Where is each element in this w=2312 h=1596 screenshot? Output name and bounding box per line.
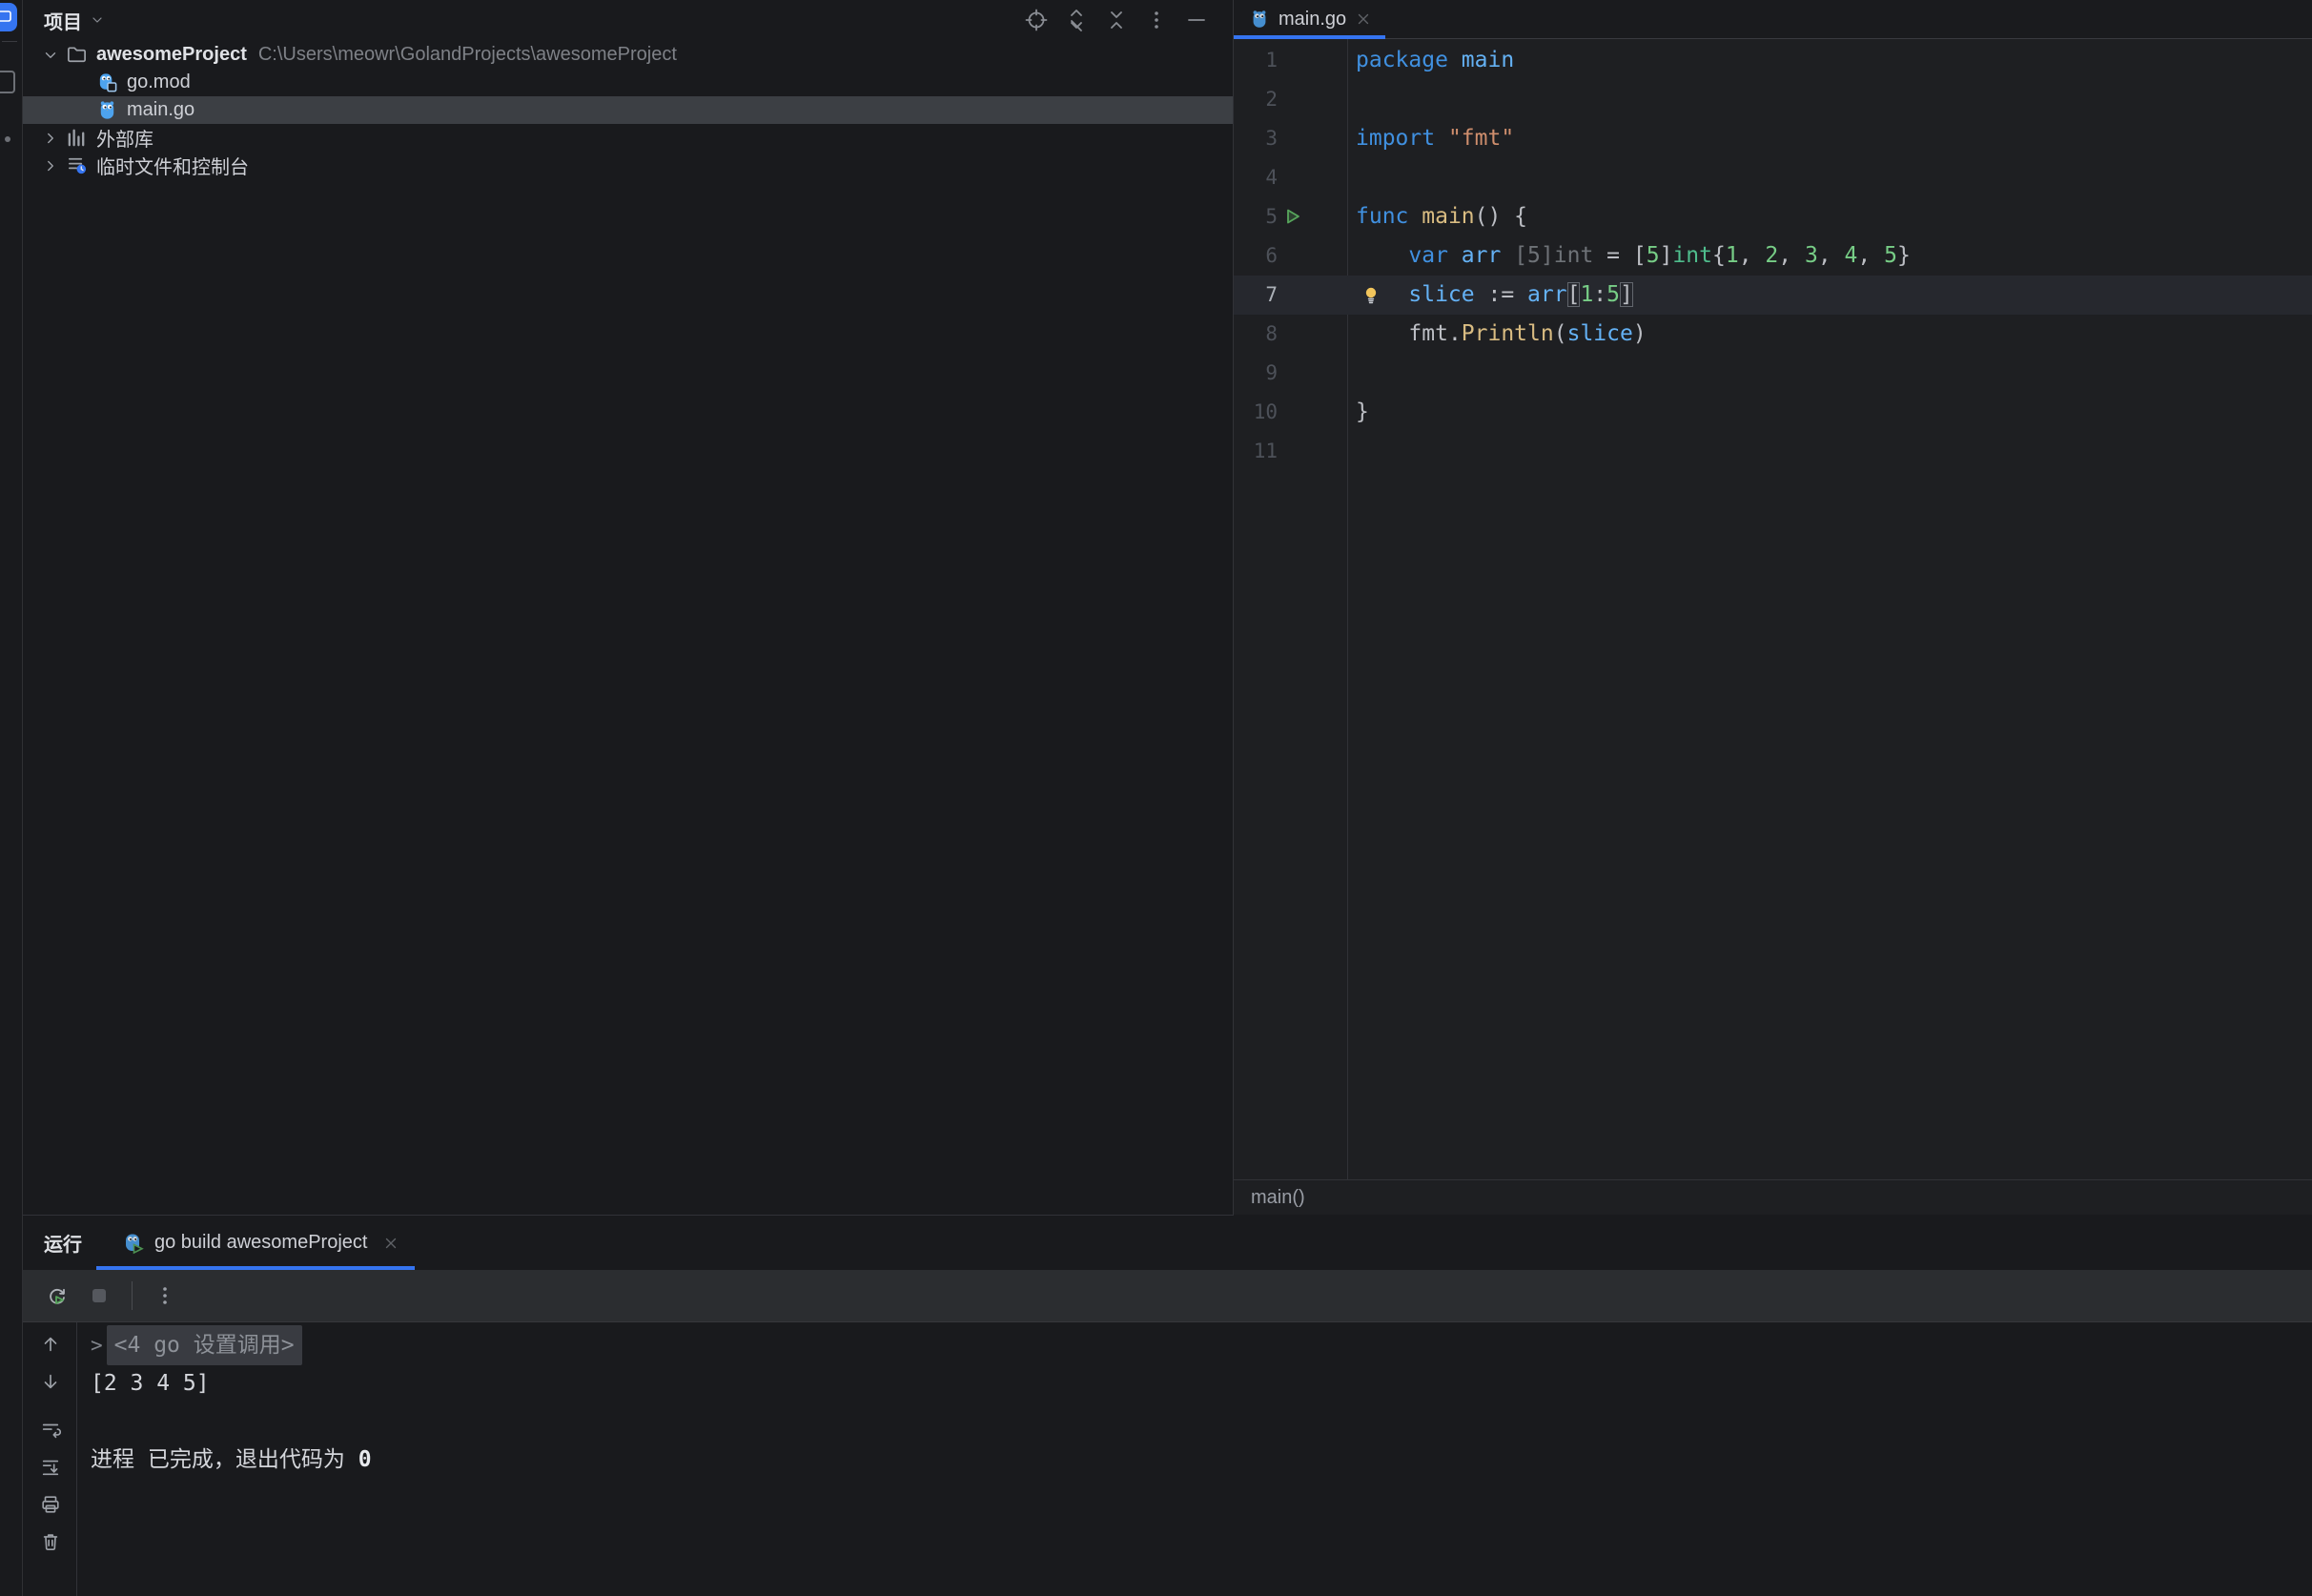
folder-icon [0,9,12,24]
library-icon [66,127,88,149]
console: ><4 go 设置调用>[2 3 4 5] 进程 已完成，退出代码为 0 [23,1322,2312,1596]
run-panel-title[interactable]: 运行 [44,1216,82,1270]
project-panel-title[interactable]: 项目 [44,7,105,34]
commit-tool-stripe-icon[interactable] [0,71,15,93]
project-panel: 项目 awesomeProject C:\Users\meowr\GolandPr… [23,0,1234,1216]
line-number-8[interactable]: 8 [1234,315,1278,354]
breadcrumb-item[interactable]: main() [1251,1187,1305,1209]
project-header-toolbar [1025,9,1233,31]
line-number-2[interactable]: 2 [1234,80,1278,119]
more-options-button[interactable] [153,1284,176,1307]
editor-body[interactable]: 1 package main 23 import "fmt" 45 func main()… [1234,39,2312,1179]
go-file-icon [1249,9,1270,30]
expand-all-icon[interactable] [1065,9,1088,31]
exit-code: 0 [358,1441,372,1479]
breadcrumb[interactable]: main() [1234,1179,2312,1215]
goland-window: 项目 awesomeProject C:\Users\meowr\GolandPr… [0,0,2312,1596]
project-path: C:\Users\meowr\GolandProjects\awesomePro… [258,44,677,66]
hide-panel-icon[interactable] [1185,9,1208,31]
soft-wrap-icon[interactable] [40,1420,61,1441]
scratch-icon [66,154,88,176]
tree-row-awesomeProject[interactable]: awesomeProject C:\Users\meowr\GolandProje… [23,41,1233,69]
console-line: 进程 已完成，退出代码为 0 [91,1441,372,1479]
scroll-to-end-icon[interactable] [40,1457,61,1478]
line-number-9[interactable]: 9 [1234,354,1278,393]
arrow-up-icon[interactable] [40,1334,61,1355]
arrow-down-icon[interactable] [40,1371,61,1392]
locate-opened-file-icon[interactable] [1025,9,1048,31]
run-gutter-icon[interactable] [1283,207,1302,226]
close-icon[interactable] [1355,10,1372,28]
code-line-1[interactable]: package main [1356,41,1514,80]
print-icon[interactable] [40,1494,61,1515]
tree-row-外部库[interactable]: 外部库 [23,124,1233,152]
run-tab-go-build[interactable]: go build awesomeProject [96,1216,415,1270]
tree-item-label: 外部库 [96,124,153,152]
toolbar-divider [132,1281,133,1310]
line-number-10[interactable]: 10 [1234,393,1278,432]
go-mod-icon [96,72,118,93]
run-toolbar [23,1270,2312,1322]
code-line-10[interactable]: } [1356,393,1369,432]
editor: main.go 1 package main 23 import "fmt" 45 fun… [1234,0,2312,1215]
project-tree: awesomeProject C:\Users\meowr\GolandProje… [23,41,1233,179]
stripe-dot-icon [5,136,10,142]
project-tool-stripe-icon[interactable] [0,3,17,31]
console-line[interactable]: ><4 go 设置调用> [91,1326,302,1364]
run-panel: 运行 go build awesomeProject ><4 go 设置调用>[… [23,1216,2312,1596]
chevron-right-icon[interactable] [42,157,59,174]
tree-item-label: go.mod [127,72,191,93]
tool-window-stripe [0,0,23,1596]
console-output[interactable]: ><4 go 设置调用>[2 3 4 5] 进程 已完成，退出代码为 0 [77,1322,2312,1596]
clear-all-icon[interactable] [40,1531,61,1552]
rerun-button[interactable] [46,1284,69,1307]
code-line-7[interactable]: slice := arr[1:5] [1356,276,1633,315]
line-number-3[interactable]: 3 [1234,119,1278,158]
editor-tab-main-go[interactable]: main.go [1234,0,1385,38]
tree-item-label: main.go [127,99,194,121]
editor-tab-bar: main.go [1234,0,2312,39]
gutter-divider [1347,39,1348,1179]
go-run-icon [122,1232,145,1255]
more-options-icon[interactable] [1145,9,1168,31]
project-panel-header: 项目 [23,0,1233,40]
line-number-1[interactable]: 1 [1234,41,1278,80]
chevron-down-icon[interactable] [42,47,59,64]
editor-tab-label: main.go [1279,9,1346,31]
tree-item-label: awesomeProject [96,44,247,66]
folder-icon [66,44,88,66]
stop-button [88,1284,111,1307]
run-panel-header: 运行 go build awesomeProject [23,1216,2312,1270]
console-toolbar [23,1322,77,1596]
chevron-down-icon [90,12,105,28]
project-title-text: 项目 [44,7,82,34]
line-number-6[interactable]: 6 [1234,236,1278,276]
code-line-8[interactable]: fmt.Println(slice) [1356,315,1647,354]
tree-item-label: 临时文件和控制台 [96,152,249,179]
tree-row-go.mod[interactable]: go.mod [23,69,1233,96]
close-icon[interactable] [382,1235,399,1252]
line-number-5[interactable]: 5 [1234,197,1278,236]
folded-command[interactable]: <4 go 设置调用> [107,1325,302,1365]
run-tab-label: go build awesomeProject [154,1232,367,1254]
go-file-icon [96,99,118,121]
stripe-divider [2,41,17,42]
line-number-4[interactable]: 4 [1234,158,1278,197]
run-title-text: 运行 [44,1229,82,1257]
fold-chevron-icon[interactable]: > [91,1326,103,1364]
console-line: [2 3 4 5] [91,1364,210,1402]
line-number-11[interactable]: 11 [1234,432,1278,471]
line-number-7[interactable]: 7 [1234,276,1278,315]
code-line-5[interactable]: func main() { [1356,197,1527,236]
code-line-3[interactable]: import "fmt" [1356,119,1514,158]
tree-row-临时文件和控制台[interactable]: 临时文件和控制台 [23,152,1233,179]
code-line-6[interactable]: var arr [5]int = [5]int{1, 2, 3, 4, 5} [1356,236,1911,276]
tree-row-main.go[interactable]: main.go [23,96,1233,124]
chevron-right-icon[interactable] [42,130,59,147]
collapse-all-icon[interactable] [1105,9,1128,31]
